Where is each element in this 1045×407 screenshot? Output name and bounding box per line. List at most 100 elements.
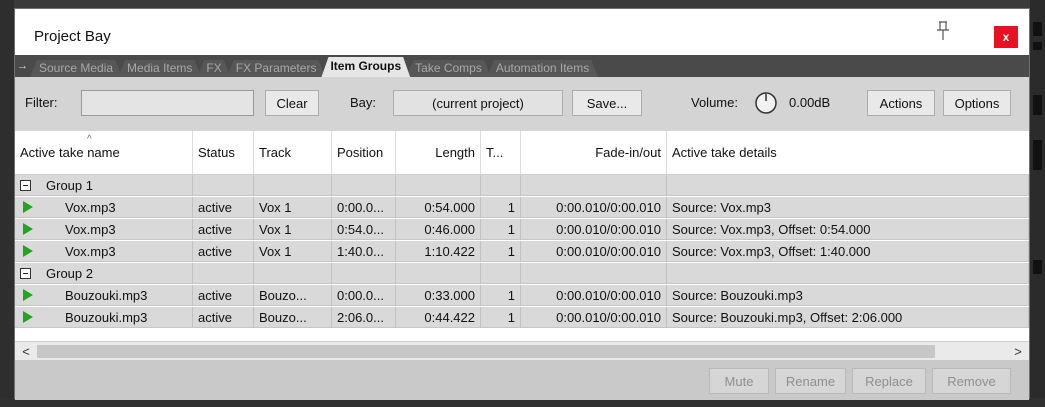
- status-cell: active: [193, 197, 254, 218]
- rename-button[interactable]: Rename: [775, 368, 846, 394]
- details-cell: Source: Vox.mp3, Offset: 1:40.000: [667, 241, 1029, 262]
- fade-cell: 0:00.010/0:00.010: [521, 307, 667, 328]
- volume-label: Volume:: [691, 95, 738, 110]
- pin-icon[interactable]: [935, 21, 951, 41]
- details-cell: Source: Bouzouki.mp3, Offset: 2:06.000: [667, 307, 1029, 328]
- tab-bar: → Source Media Media Items FX FX Paramet…: [15, 55, 1029, 77]
- mute-button[interactable]: Mute: [709, 368, 769, 394]
- project-bay-window: Project Bay x → Source Media Media Items…: [14, 8, 1030, 400]
- group-name-cell: Group 1: [15, 175, 193, 196]
- take-name-cell: Bouzouki.mp3: [15, 307, 193, 328]
- table-row[interactable]: Bouzouki.mp3 active Bouzo... 0:00.0... 0:33.…: [15, 285, 1029, 306]
- cell-text: Bouzouki.mp3: [65, 288, 148, 303]
- bay-select[interactable]: (current project): [393, 90, 563, 116]
- replace-button[interactable]: Replace: [852, 368, 926, 394]
- tab-fx-parameters[interactable]: FX Parameters: [227, 60, 326, 77]
- fade-cell: 0:00.010/0:00.010: [521, 197, 667, 218]
- volume-knob-icon[interactable]: [754, 91, 778, 115]
- play-icon[interactable]: [23, 223, 33, 235]
- fade-cell: 0:00.010/0:00.010: [521, 241, 667, 262]
- track-cell: Vox 1: [254, 241, 332, 262]
- position-cell: [332, 263, 396, 284]
- scroll-right-icon[interactable]: >: [1009, 342, 1027, 361]
- track-cell: [254, 263, 332, 284]
- bay-label: Bay:: [350, 95, 377, 110]
- group-row[interactable]: Group 2: [15, 263, 1029, 284]
- group-name-cell: Group 2: [15, 263, 193, 284]
- takes-cell: 1: [481, 285, 521, 306]
- status-cell: active: [193, 307, 254, 328]
- cell-text: Bouzouki.mp3: [65, 310, 148, 325]
- position-cell: 0:00.0...: [332, 285, 396, 306]
- background-waveform-strip: [1030, 0, 1045, 407]
- cell-text: Vox.mp3: [65, 244, 116, 259]
- actions-button[interactable]: Actions: [867, 90, 935, 116]
- take-name-cell: Bouzouki.mp3: [15, 285, 193, 306]
- title-bar[interactable]: Project Bay x: [15, 9, 1029, 55]
- horizontal-scrollbar[interactable]: < >: [15, 341, 1029, 360]
- item-groups-panel: Filter: Clear Bay: (current project) Sav…: [15, 77, 1029, 400]
- status-cell: active: [193, 241, 254, 262]
- details-cell: Source: Vox.mp3, Offset: 0:54.000: [667, 219, 1029, 240]
- play-icon[interactable]: [23, 311, 33, 323]
- take-name-cell: Vox.mp3: [15, 219, 193, 240]
- cell-text: Vox.mp3: [65, 222, 116, 237]
- length-cell: 1:10.422: [396, 241, 481, 262]
- column-header-active-take-name[interactable]: ^ Active take name: [15, 131, 193, 175]
- status-cell: active: [193, 285, 254, 306]
- column-header-active-take-details[interactable]: Active take details: [667, 131, 1029, 175]
- save-button[interactable]: Save...: [572, 90, 642, 116]
- play-icon[interactable]: [23, 245, 33, 257]
- item-groups-table: ^ Active take name Status Track Position…: [15, 131, 1029, 341]
- tab-take-comps[interactable]: Take Comps: [406, 60, 491, 77]
- track-cell: Vox 1: [254, 219, 332, 240]
- volume-value: 0.00dB: [789, 95, 831, 110]
- tab-arrow-icon: →: [17, 60, 28, 72]
- tab-fx[interactable]: FX: [197, 60, 230, 77]
- fade-cell: [521, 175, 667, 196]
- collapse-icon[interactable]: [20, 268, 31, 279]
- column-header-length[interactable]: Length: [396, 131, 481, 175]
- close-button[interactable]: x: [994, 26, 1018, 48]
- length-cell: 0:44.422: [396, 307, 481, 328]
- tab-automation-items[interactable]: Automation Items: [487, 60, 598, 77]
- status-cell: [193, 263, 254, 284]
- clear-button[interactable]: Clear: [265, 90, 319, 116]
- table-row[interactable]: Bouzouki.mp3 active Bouzo... 2:06.0... 0:44.…: [15, 307, 1029, 328]
- details-cell: [667, 175, 1029, 196]
- scrollbar-thumb[interactable]: [37, 345, 935, 358]
- table-row[interactable]: Vox.mp3 active Vox 1 0:54.0... 0:46.000 1 0:00…: [15, 219, 1029, 240]
- cell-text: Group 2: [46, 266, 93, 281]
- tab-item-groups[interactable]: Item Groups: [321, 57, 410, 77]
- takes-cell: 1: [481, 241, 521, 262]
- column-header-takes[interactable]: T...: [481, 131, 521, 175]
- group-row[interactable]: Group 1: [15, 175, 1029, 196]
- column-header-position[interactable]: Position: [332, 131, 396, 175]
- position-cell: 1:40.0...: [332, 241, 396, 262]
- background-left-edge: [0, 0, 14, 407]
- options-button[interactable]: Options: [943, 90, 1011, 116]
- fade-cell: 0:00.010/0:00.010: [521, 285, 667, 306]
- takes-cell: [481, 175, 521, 196]
- length-cell: [396, 263, 481, 284]
- position-cell: [332, 175, 396, 196]
- column-header-status[interactable]: Status: [193, 131, 254, 175]
- column-header-fade[interactable]: Fade-in/out: [521, 131, 667, 175]
- filter-label: Filter:: [25, 95, 58, 110]
- table-row[interactable]: Vox.mp3 active Vox 1 0:00.0... 0:54.000 1 0:00…: [15, 197, 1029, 218]
- bottom-action-bar: Mute Rename Replace Remove: [15, 360, 1029, 400]
- tab-source-media[interactable]: Source Media: [30, 60, 122, 77]
- play-icon[interactable]: [23, 289, 33, 301]
- tab-media-items[interactable]: Media Items: [118, 60, 201, 77]
- collapse-icon[interactable]: [20, 180, 31, 191]
- filter-input[interactable]: [81, 90, 254, 116]
- scroll-left-icon[interactable]: <: [17, 342, 35, 361]
- column-header-track[interactable]: Track: [254, 131, 332, 175]
- details-cell: [667, 263, 1029, 284]
- position-cell: 2:06.0...: [332, 307, 396, 328]
- play-icon[interactable]: [23, 201, 33, 213]
- length-cell: 0:46.000: [396, 219, 481, 240]
- table-row[interactable]: Vox.mp3 active Vox 1 1:40.0... 1:10.422 1 0:00…: [15, 241, 1029, 262]
- remove-button[interactable]: Remove: [932, 368, 1011, 394]
- takes-cell: [481, 263, 521, 284]
